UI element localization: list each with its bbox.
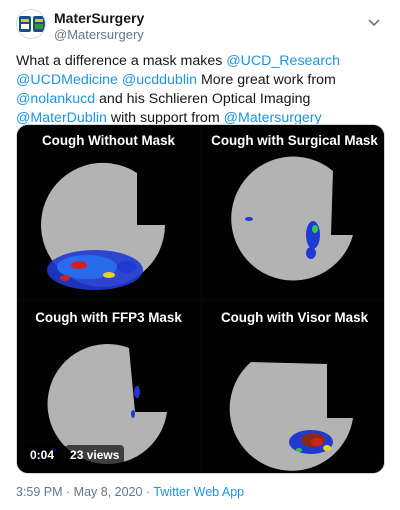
tweet-video[interactable]: Cough Without Mask Cough with Surgical M… (16, 124, 385, 474)
video-duration: 0:04 (25, 445, 60, 465)
avatar[interactable] (16, 9, 46, 39)
schlieren-image-visor-mask (229, 324, 372, 471)
video-view-count: 23 views (65, 445, 125, 465)
panel-title: Cough Without Mask (41, 133, 176, 148)
panel-no-mask: Cough Without Mask (17, 125, 200, 298)
schlieren-image-surgical-mask (231, 147, 372, 283)
mention-link[interactable]: @UCDMedicine (16, 72, 118, 88)
tweet-footer: 3:59 PM · May 8, 2020 · Twitter Web App (16, 484, 244, 500)
video-stats: 0:04 23 views (25, 445, 125, 465)
mention-link[interactable]: @nolankucd (16, 91, 95, 107)
panel-title: Cough with FFP3 Mask (35, 310, 182, 325)
plume-no-mask (47, 250, 143, 290)
panel-title: Cough with Visor Mask (220, 310, 369, 325)
tweet-text-segment: More great work from (197, 72, 336, 88)
tweet-timestamp[interactable]: 3:59 PM · May 8, 2020 · (16, 485, 153, 499)
user-handle[interactable]: @Matersurgery (54, 27, 144, 43)
panel-visor-mask: Cough with Visor Mask (203, 302, 384, 473)
tweet-header: MaterSurgery @Matersurgery (16, 8, 384, 46)
tweet-text-segment: and his Schlieren Optical Imaging (95, 91, 311, 107)
mention-link[interactable]: @ucddublin (122, 72, 197, 88)
panel-surgical-mask: Cough with Surgical Mask (203, 125, 384, 298)
plume-visor-mask (289, 430, 333, 454)
schlieren-image-no-mask (41, 147, 183, 290)
panel-title: Cough with Surgical Mask (211, 133, 378, 148)
ucd-mater-crest-icon (19, 16, 45, 32)
tweet-menu-button[interactable] (364, 14, 384, 32)
user-name-block: MaterSurgery @Matersurgery (54, 10, 144, 43)
tweet-text: What a difference a mask makes @UCD_Rese… (16, 52, 386, 128)
tweet-source[interactable]: Twitter Web App (153, 485, 244, 499)
display-name[interactable]: MaterSurgery (54, 10, 144, 27)
tweet-text-segment: What a difference a mask makes (16, 53, 227, 69)
chevron-down-icon (368, 19, 380, 27)
mention-link[interactable]: @UCD_Research (226, 53, 340, 69)
